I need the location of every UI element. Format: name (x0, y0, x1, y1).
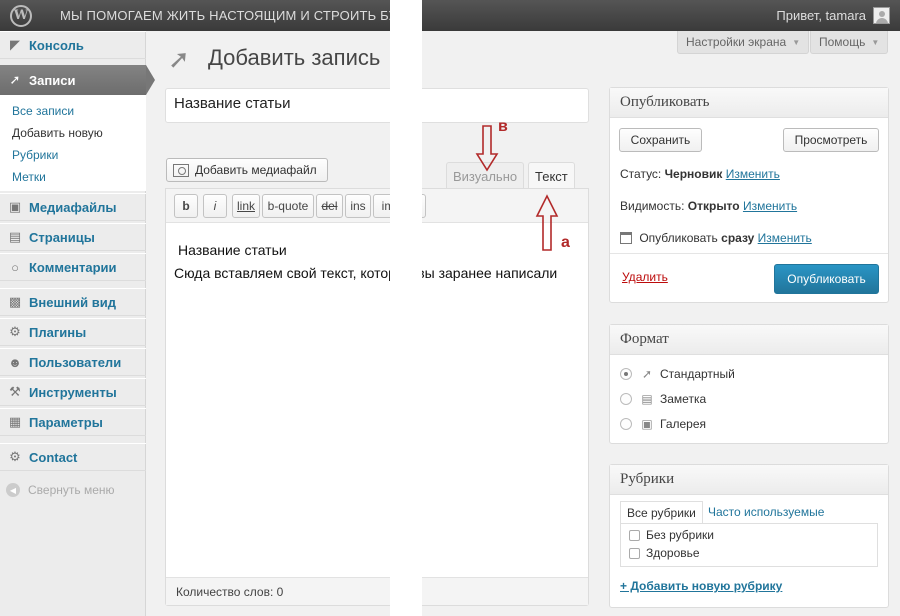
plugins-icon: ⚙ (9, 324, 21, 339)
edit-visibility-link[interactable]: Изменить (743, 199, 797, 213)
sidebar-item-settings[interactable]: ▦ Параметры (0, 408, 146, 436)
appearance-icon: ▩ (8, 294, 22, 309)
post-visibility: Видимость: Открыто Изменить (620, 199, 798, 213)
publish-button[interactable]: Опубликовать (774, 264, 879, 294)
add-media-button[interactable]: Добавить медиафайл (166, 158, 328, 182)
publish-box-heading[interactable]: Опубликовать (610, 88, 888, 118)
sidebar-item-posts[interactable]: ➚ Записи (0, 65, 155, 95)
category-list: Без рубрики Здоровье (620, 523, 878, 567)
posts-submenu: Все записи Добавить новую Рубрики Метки (0, 95, 146, 191)
format-option-aside[interactable]: ▤ Заметка (620, 392, 706, 406)
categories-box: Рубрики Все рубрики Часто используемые Б… (609, 464, 889, 608)
publish-box: Опубликовать Сохранить Просмотреть Стату… (609, 87, 889, 303)
publish-time: Опубликовать сразу Изменить (620, 231, 812, 245)
add-new-category-link[interactable]: + Добавить новую рубрику (620, 579, 782, 593)
word-count: Количество слов: 0 (166, 577, 588, 605)
collapse-menu-button[interactable]: ◀ Свернуть меню (6, 483, 115, 497)
annotation-arrows (475, 125, 559, 251)
admin-sidebar: ◤ Консоль ➚ Записи Все записи Добавить н… (0, 31, 155, 616)
editor-content-line: Сюда вставляем свой текст, которую вы за… (174, 265, 558, 281)
format-box: Формат ➚ Стандартный ▤ Заметка ▣ Галерея (609, 324, 889, 444)
category-item[interactable]: Здоровье (629, 546, 700, 560)
dashboard-icon: ◤ (10, 37, 20, 52)
checkbox[interactable] (629, 547, 640, 559)
submenu-categories[interactable]: Рубрики (0, 145, 146, 167)
checkbox[interactable] (629, 529, 640, 541)
annotation-arrow-up (535, 194, 559, 251)
radio-button[interactable] (620, 368, 632, 380)
categories-box-heading[interactable]: Рубрики (610, 465, 888, 495)
edit-publish-time-link[interactable]: Изменить (758, 231, 812, 245)
quicktag-blockquote-button[interactable]: b-quote (262, 194, 314, 218)
help-button[interactable]: Помощь ▼ (810, 31, 889, 54)
collapse-arrow-icon: ◀ (6, 483, 20, 497)
post-status: Статус: Черновик Изменить (620, 167, 780, 181)
user-greeting[interactable]: Привет, tamara (776, 8, 866, 23)
quicktag-bold-button[interactable]: b (174, 194, 198, 218)
site-name[interactable]: МЫ ПОМОГАЕМ ЖИТЬ НАСТОЯЩИМ И СТРОИТЬ БУ (60, 8, 397, 23)
pushpin-icon: ➚ (168, 44, 190, 74)
submenu-add-new[interactable]: Добавить новую (0, 123, 146, 145)
tools-icon: ⚒ (9, 384, 21, 399)
sidebar-item-media[interactable]: ▣ Медиафайлы (0, 193, 146, 221)
annotation-label-b: в (498, 118, 508, 135)
wordpress-logo-icon[interactable]: W (10, 5, 32, 27)
screenshot-splice-gap (390, 0, 422, 616)
admin-bar: W МЫ ПОМОГАЕМ ЖИТЬ НАСТОЯЩИМ И СТРОИТЬ Б… (0, 0, 900, 31)
quicktag-link-button[interactable]: link (232, 194, 260, 218)
sidebar-item-users[interactable]: ☻ Пользователи (0, 348, 146, 376)
media-icon: ▣ (8, 199, 22, 214)
edit-status-link[interactable]: Изменить (726, 167, 780, 181)
radio-button[interactable] (620, 393, 632, 405)
quicktag-ins-button[interactable]: ins (345, 194, 371, 218)
format-box-heading[interactable]: Формат (610, 325, 888, 355)
quicktag-del-button[interactable]: del (316, 194, 343, 218)
gallery-icon: ▣ (641, 417, 653, 431)
sidebar-item-contact[interactable]: ⚙ Contact (0, 443, 146, 471)
sidebar-item-plugins[interactable]: ⚙ Плагины (0, 318, 146, 346)
calendar-icon (620, 232, 632, 244)
users-icon: ☻ (8, 354, 22, 370)
category-item[interactable]: Без рубрики (629, 528, 714, 542)
page-title: Добавить запись (208, 45, 381, 70)
comments-icon: ○ (11, 259, 19, 275)
format-option-gallery[interactable]: ▣ Галерея (620, 417, 706, 431)
pushpin-icon: ➚ (641, 367, 653, 381)
chevron-down-icon: ▼ (792, 37, 801, 47)
sidebar-item-tools[interactable]: ⚒ Инструменты (0, 378, 146, 406)
quicktag-italic-button[interactable]: i (203, 194, 227, 218)
radio-button[interactable] (620, 418, 632, 430)
screen-options-button[interactable]: Настройки экрана ▼ (677, 31, 810, 54)
tab-all-categories[interactable]: Все рубрики (620, 501, 703, 524)
format-option-standard[interactable]: ➚ Стандартный (620, 367, 735, 381)
annotation-label-a: а (561, 234, 570, 251)
annotation-arrow-down (475, 125, 499, 172)
chevron-down-icon: ▼ (871, 37, 880, 47)
settings-icon: ▦ (8, 414, 22, 429)
pages-icon: ▤ (8, 229, 22, 244)
note-icon: ▤ (641, 392, 653, 406)
avatar-icon[interactable] (873, 7, 890, 24)
sidebar-item-dashboard[interactable]: ◤ Консоль (0, 31, 146, 59)
save-draft-button[interactable]: Сохранить (619, 128, 702, 152)
preview-button[interactable]: Просмотреть (783, 128, 879, 152)
media-icon (173, 163, 189, 177)
sidebar-item-pages[interactable]: ▤ Страницы (0, 223, 146, 251)
divider (610, 253, 888, 254)
gear-icon: ⚙ (9, 449, 21, 464)
delete-link[interactable]: Удалить (622, 270, 668, 284)
tab-most-used[interactable]: Часто используемые (702, 501, 830, 523)
submenu-all-posts[interactable]: Все записи (0, 101, 146, 123)
sidebar-item-appearance[interactable]: ▩ Внешний вид (0, 288, 146, 316)
sidebar-item-comments[interactable]: ○ Комментарии (0, 253, 146, 281)
pushpin-icon: ➚ (9, 72, 21, 87)
submenu-tags[interactable]: Метки (0, 167, 146, 189)
